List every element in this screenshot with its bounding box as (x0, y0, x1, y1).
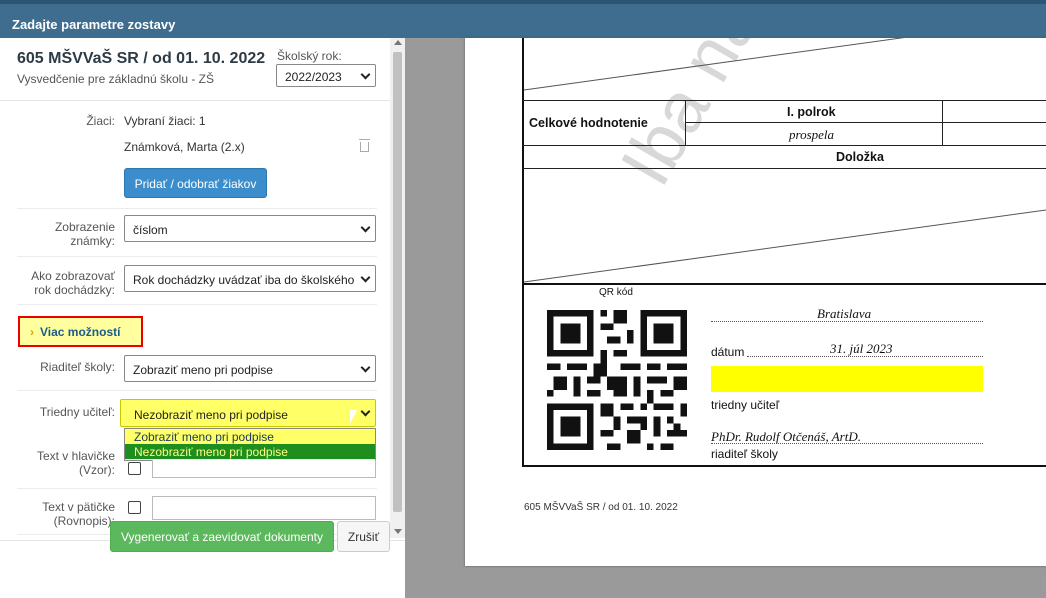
signature-line (711, 443, 983, 444)
report-subtitle: Vysvedčenie pre základnú školu - ZŠ (17, 72, 214, 86)
more-options-toggle[interactable]: › Viac možností (18, 316, 143, 347)
divider (17, 256, 377, 257)
chevron-down-icon (360, 222, 371, 233)
parameters-scroll-area: 605 MŠVVaŠ SR / od 01. 10. 2022 Vysvedče… (0, 38, 390, 538)
attendance-label: Ako zobrazovať rok dochádzky: (31, 269, 115, 297)
footer-text-checkbox[interactable] (128, 501, 141, 514)
director-label: Riaditeľ školy: (40, 360, 115, 374)
divider (17, 304, 377, 305)
class-teacher-select[interactable]: Nezobraziť meno pri podpise (120, 399, 376, 427)
divider (17, 390, 377, 391)
attendance-value: Rok dochádzky uvádzať iba do školského (133, 273, 355, 287)
class-teacher-label: Triedny učiteľ: (39, 405, 115, 419)
clause-label: Doložka (836, 150, 884, 164)
selected-students-count: Vybraní žiaci: 1 (124, 114, 206, 128)
scrollbar-thumb[interactable] (393, 52, 402, 512)
result-value: prospela (789, 127, 835, 142)
chevron-down-icon (360, 406, 371, 417)
header-text-checkbox[interactable] (128, 462, 141, 475)
class-teacher-role: triedny učiteľ (711, 398, 780, 412)
scroll-down-icon[interactable] (394, 529, 402, 534)
dialog-title: Zadajte parametre zostavy (0, 0, 1046, 38)
mouse-cursor-icon (350, 410, 357, 424)
semester-label: I. polrok (787, 105, 836, 119)
header-text-input[interactable] (152, 460, 376, 478)
vertical-scrollbar[interactable] (390, 38, 405, 538)
school-year-select[interactable]: 2022/2023 (276, 64, 376, 87)
qr-label: QR kód (599, 287, 633, 298)
date-value: 31. júl 2023 (830, 341, 893, 356)
class-teacher-value: Nezobraziť meno pri podpise (134, 408, 288, 422)
chevron-down-icon (360, 362, 371, 373)
document-preview: Iba náhľa Celkové hodnotenie I. polrok p… (465, 38, 1046, 566)
document-footer: 605 MŠVVaŠ SR / od 01. 10. 2022 (524, 502, 678, 513)
parameters-panel: 605 MŠVVaŠ SR / od 01. 10. 2022 Vysvedče… (0, 38, 405, 598)
class-teacher-dropdown: Zobraziť meno pri podpise Nezobraziť men… (124, 428, 376, 461)
city-value: Bratislava (817, 306, 872, 321)
director-role: riaditeľ školy (711, 447, 778, 461)
grade-display-label: Zobrazenie známky: (54, 220, 115, 248)
divider (0, 100, 390, 101)
attendance-select[interactable]: Rok dochádzky uvádzať iba do školského (124, 265, 376, 292)
footer-text-input[interactable] (152, 496, 376, 520)
highlight-box (711, 366, 983, 392)
school-year-value: 2022/2023 (285, 70, 342, 84)
dropdown-option[interactable]: Zobraziť meno pri podpise (125, 429, 375, 444)
report-header: 605 MŠVVaŠ SR / od 01. 10. 2022 Vysvedče… (17, 50, 265, 86)
more-options-label: Viac možností (40, 325, 121, 339)
student-name: Známková, Marta (2.x) (124, 140, 245, 154)
chevron-down-icon (360, 69, 371, 80)
director-select[interactable]: Zobraziť meno pri podpise (124, 355, 376, 382)
chevron-down-icon (360, 272, 371, 283)
chevron-right-icon: › (30, 325, 34, 339)
report-title: 605 MŠVVaŠ SR / od 01. 10. 2022 (17, 50, 266, 67)
school-year-label: Školský rok: (277, 49, 342, 63)
date-label: dátum (711, 345, 745, 359)
generate-button[interactable]: Vygenerovať a zaevidovať dokumenty (110, 521, 334, 552)
director-value: Zobraziť meno pri podpise (133, 363, 273, 377)
scroll-up-icon[interactable] (394, 40, 402, 45)
overall-evaluation-label: Celkové hodnotenie (529, 116, 648, 130)
trash-icon[interactable] (359, 139, 370, 152)
divider (17, 488, 377, 489)
grade-display-value: číslom (133, 223, 168, 237)
footer-text-label: Text v pätičke (Rovnopis): (42, 500, 115, 528)
cancel-button[interactable]: Zrušiť (337, 521, 390, 552)
header-text-label: Text v hlavičke (Vzor): (36, 449, 115, 477)
students-label: Žiaci: (86, 114, 115, 128)
signature-line (711, 321, 983, 322)
add-remove-students-button[interactable]: Pridať / odobrať žiakov (124, 168, 267, 198)
qr-code-icon (547, 310, 687, 450)
signature-line (747, 356, 983, 357)
divider (17, 208, 377, 209)
dropdown-option-selected[interactable]: Nezobraziť meno pri podpise (125, 444, 375, 459)
grade-display-select[interactable]: číslom (124, 215, 376, 242)
